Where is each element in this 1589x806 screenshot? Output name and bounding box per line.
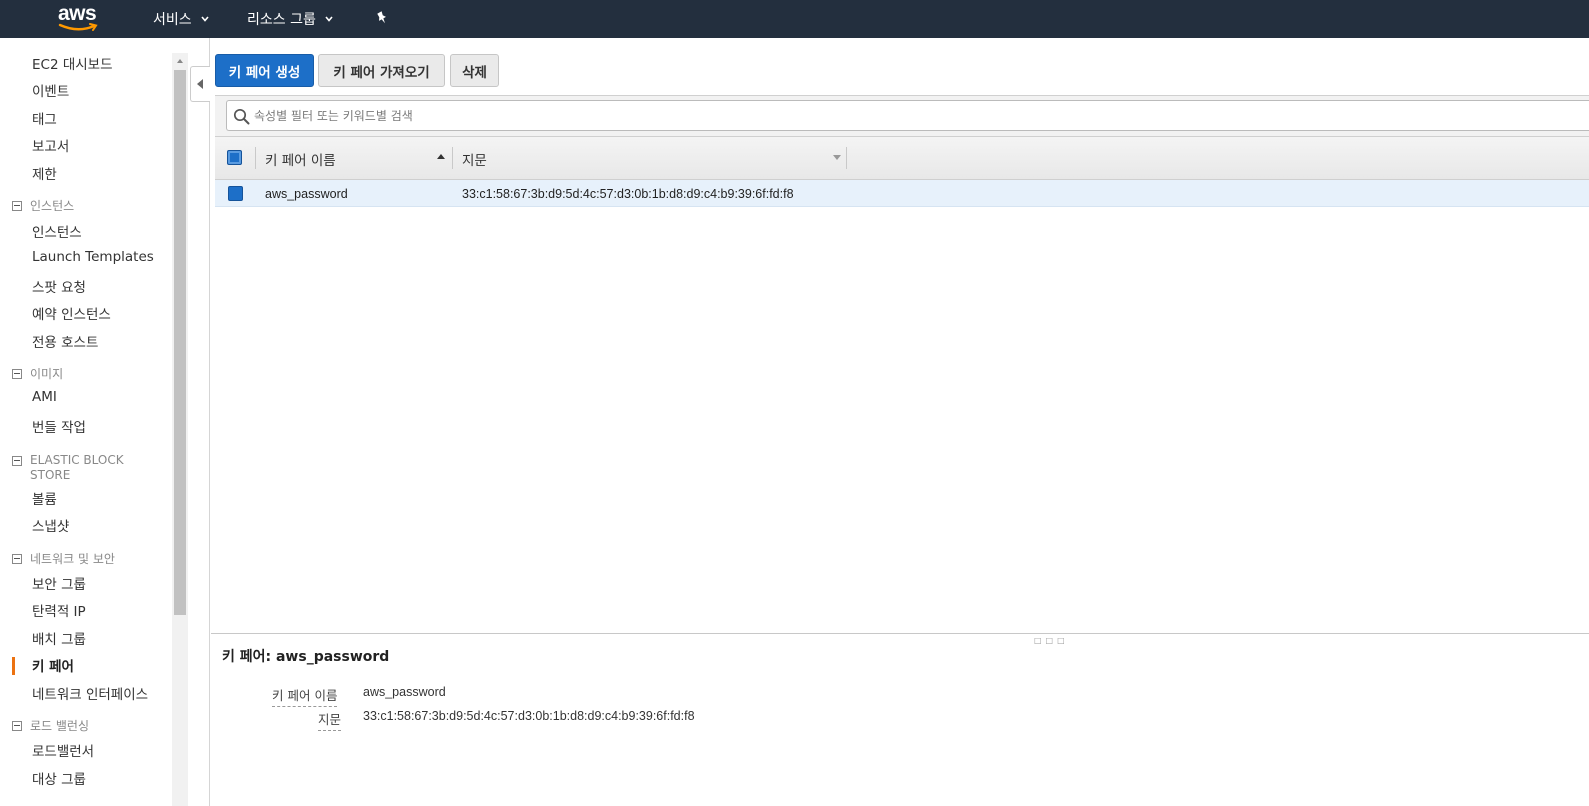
aws-smile-icon bbox=[58, 23, 98, 31]
sidebar-item-tags[interactable]: 태그 bbox=[32, 108, 57, 128]
sidebar-item-reports[interactable]: 보고서 bbox=[32, 135, 69, 155]
sidebar-item-dedicated-hosts[interactable]: 전용 호스트 bbox=[32, 331, 98, 351]
table-header: 키 페어 이름 지문 bbox=[215, 137, 1589, 180]
column-header-label: 지문 bbox=[462, 152, 487, 169]
pin-icon[interactable] bbox=[374, 10, 390, 26]
collapse-icon bbox=[12, 369, 22, 379]
aws-logo[interactable]: aws bbox=[58, 2, 102, 34]
resource-groups-menu[interactable]: 리소스 그룹 bbox=[247, 0, 334, 38]
sidebar-item-target-groups[interactable]: 대상 그룹 bbox=[32, 768, 86, 788]
sidebar-nav: EC2 대시보드 이벤트 태그 보고서 제한 인스턴스 인스턴스 Launch … bbox=[0, 38, 172, 806]
sidebar-section-images[interactable]: 이미지 bbox=[12, 367, 63, 382]
column-divider bbox=[846, 147, 847, 169]
sidebar-item-launch-templates[interactable]: Launch Templates bbox=[32, 249, 154, 265]
sidebar-item-bundle-tasks[interactable]: 번들 작업 bbox=[32, 416, 86, 436]
search-input[interactable] bbox=[254, 101, 1554, 130]
scroll-up-arrow-icon[interactable] bbox=[172, 53, 188, 70]
top-nav-bar: aws 서비스 리소스 그룹 bbox=[0, 0, 1589, 38]
sidebar-item-ami[interactable]: AMI bbox=[32, 389, 57, 405]
sidebar-section-ebs[interactable]: ELASTIC BLOCK STORE bbox=[12, 453, 140, 483]
resource-groups-menu-label: 리소스 그룹 bbox=[247, 12, 316, 28]
detail-value-key-pair-name: aws_password bbox=[363, 685, 446, 699]
detail-title: 키 페어: aws_password bbox=[222, 649, 390, 665]
sidebar-section-load-balancing[interactable]: 로드 밸런싱 bbox=[12, 719, 89, 734]
chevron-down-icon bbox=[325, 16, 333, 22]
sidebar-item-snapshots[interactable]: 스냅샷 bbox=[32, 515, 69, 535]
sidebar-item-security-groups[interactable]: 보안 그룹 bbox=[32, 573, 86, 593]
collapse-sidebar-button[interactable] bbox=[190, 66, 210, 102]
cell-key-pair-name: aws_password bbox=[265, 186, 348, 201]
search-box[interactable] bbox=[226, 100, 1589, 131]
detail-value-fingerprint: 33:c1:58:67:3b:d9:5d:4c:57:d3:0b:1b:d8:d… bbox=[363, 709, 695, 723]
active-item-marker bbox=[12, 657, 15, 675]
detail-label-fingerprint: 지문 bbox=[318, 709, 342, 731]
cell-fingerprint: 33:c1:58:67:3b:d9:5d:4c:57:d3:0b:1b:d8:d… bbox=[462, 186, 794, 201]
collapse-icon bbox=[12, 201, 22, 211]
sort-ascending-icon[interactable] bbox=[437, 154, 445, 159]
sort-descending-icon[interactable] bbox=[833, 155, 841, 160]
sidebar-scrollbar[interactable] bbox=[172, 53, 188, 806]
column-header-fingerprint[interactable]: 지문 bbox=[462, 137, 842, 180]
column-divider bbox=[255, 147, 256, 169]
sidebar-item-ec2-dashboard[interactable]: EC2 대시보드 bbox=[32, 53, 113, 73]
sidebar-section-network-security[interactable]: 네트워크 및 보안 bbox=[12, 552, 115, 567]
scrollbar-thumb[interactable] bbox=[174, 70, 186, 615]
delete-button[interactable]: 삭제 bbox=[450, 54, 499, 87]
services-menu[interactable]: 서비스 bbox=[153, 0, 210, 38]
chevron-down-icon bbox=[201, 16, 209, 22]
sidebar-item-events[interactable]: 이벤트 bbox=[32, 80, 69, 100]
services-menu-label: 서비스 bbox=[153, 12, 192, 28]
collapse-icon bbox=[12, 721, 22, 731]
sidebar-section-instances[interactable]: 인스턴스 bbox=[12, 199, 74, 214]
sidebar-item-key-pairs[interactable]: 키 페어 bbox=[32, 655, 74, 675]
table-row[interactable]: aws_password 33:c1:58:67:3b:d9:5d:4c:57:… bbox=[215, 180, 1589, 207]
row-checkbox[interactable] bbox=[228, 186, 243, 201]
sidebar-item-network-interfaces[interactable]: 네트워크 인터페이스 bbox=[32, 683, 148, 703]
sidebar-item-volumes[interactable]: 볼륨 bbox=[32, 488, 57, 508]
column-header-key-pair-name[interactable]: 키 페어 이름 bbox=[265, 137, 451, 180]
collapse-icon bbox=[12, 554, 22, 564]
detail-label-key-pair-name: 키 페어 이름 bbox=[272, 685, 338, 707]
column-header-label: 키 페어 이름 bbox=[265, 152, 336, 169]
sidebar-item-instances[interactable]: 인스턴스 bbox=[32, 221, 82, 241]
create-key-pair-button[interactable]: 키 페어 생성 bbox=[215, 54, 314, 87]
search-icon bbox=[233, 108, 250, 125]
column-divider bbox=[452, 147, 453, 169]
resize-handle-icon[interactable]: □□□ bbox=[1034, 636, 1069, 645]
sidebar-item-reserved-instances[interactable]: 예약 인스턴스 bbox=[32, 303, 111, 323]
collapse-icon bbox=[12, 456, 22, 466]
sidebar-item-elastic-ips[interactable]: 탄력적 IP bbox=[32, 600, 86, 620]
sidebar-item-placement-groups[interactable]: 배치 그룹 bbox=[32, 628, 86, 648]
sidebar-item-limits[interactable]: 제한 bbox=[32, 163, 57, 183]
sidebar-item-spot-requests[interactable]: 스팟 요청 bbox=[32, 276, 86, 296]
select-all-checkbox[interactable] bbox=[227, 150, 242, 165]
sidebar-divider bbox=[188, 38, 210, 806]
import-key-pair-button[interactable]: 키 페어 가져오기 bbox=[318, 54, 445, 87]
sidebar-item-load-balancers[interactable]: 로드밸런서 bbox=[32, 740, 94, 760]
